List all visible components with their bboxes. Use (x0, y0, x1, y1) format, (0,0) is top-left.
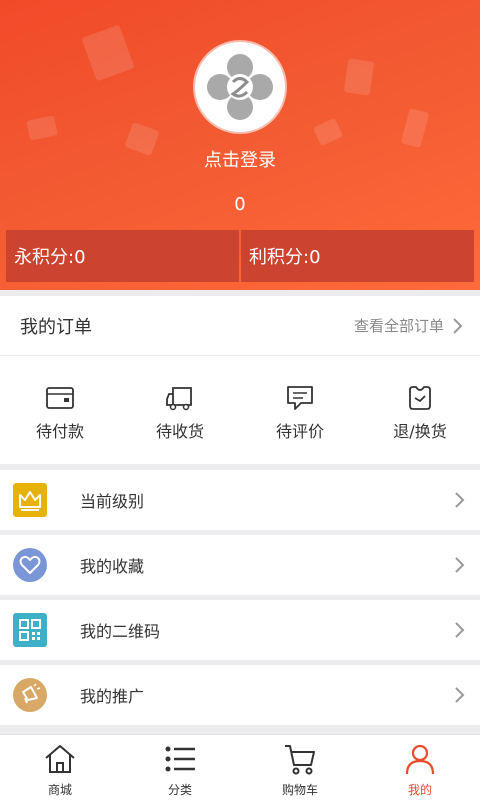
header-decoration (81, 24, 135, 82)
truck-icon (166, 387, 192, 411)
chevron-right-icon (455, 492, 465, 508)
view-all-orders-link[interactable]: 查看全部订单 (354, 315, 444, 336)
profile-header: 点击登录 0 永积分:0 利积分:0 (0, 0, 480, 290)
wallet-icon (46, 387, 74, 409)
order-pending-review[interactable]: 待评价 (240, 356, 360, 464)
count-value: 0 (234, 194, 246, 215)
menu-label: 我的收藏 (80, 557, 145, 576)
points-permanent[interactable]: 永积分:0 (6, 230, 239, 282)
order-pending-payment[interactable]: 待付款 (0, 356, 120, 464)
login-link[interactable]: 点击登录 (0, 146, 480, 172)
order-label: 待评价 (275, 422, 324, 441)
menu-label: 我的二维码 (80, 622, 161, 641)
home-icon (45, 745, 75, 773)
menu-item-promotion[interactable]: 我的推广 (0, 665, 480, 725)
nav-label: 购物车 (281, 783, 318, 797)
logo-icon (207, 54, 273, 120)
orders-header[interactable]: 我的订单 查看全部订单 (0, 296, 480, 356)
nav-item-cart[interactable]: 购物车 (240, 735, 360, 800)
order-status-grid: 待付款 待收货 待评价 退/换货 (0, 356, 480, 464)
nav-item-category[interactable]: 分类 (120, 735, 240, 800)
bottom-nav: 商城 分类 购物车 我的 (0, 734, 480, 800)
order-label: 待付款 (35, 422, 84, 441)
heart-icon (13, 548, 47, 582)
header-decoration (312, 117, 344, 147)
nav-label: 我的 (407, 783, 432, 797)
qrcode-icon (13, 613, 47, 647)
orders-title: 我的订单 (20, 316, 92, 338)
chevron-right-icon (455, 622, 465, 638)
user-icon (405, 744, 435, 775)
list-icon (165, 746, 195, 772)
return-icon (409, 386, 431, 410)
header-decoration (26, 115, 58, 141)
nav-label: 商城 (47, 783, 72, 797)
chevron-right-icon (455, 557, 465, 573)
menu-item-level[interactable]: 当前级别 (0, 470, 480, 530)
orders-section: 我的订单 查看全部订单 待付款 待收货 待评价 退/换货 (0, 296, 480, 464)
menu-item-favorites[interactable]: 我的收藏 (0, 535, 480, 595)
avatar[interactable] (195, 42, 285, 132)
chevron-right-icon (455, 687, 465, 703)
nav-label: 分类 (167, 783, 192, 797)
menu-label: 当前级别 (80, 492, 145, 511)
comment-icon (287, 386, 313, 410)
nav-item-mine[interactable]: 我的 (360, 735, 480, 800)
header-decoration (343, 58, 375, 96)
order-label: 退/换货 (393, 422, 447, 441)
menu-label: 我的推广 (80, 687, 145, 706)
nav-item-home[interactable]: 商城 (0, 735, 120, 800)
order-return-exchange[interactable]: 退/换货 (360, 356, 480, 464)
crown-icon (13, 483, 47, 517)
menu-item-qrcode[interactable]: 我的二维码 (0, 600, 480, 660)
points-row: 永积分:0 利积分:0 (6, 230, 474, 282)
cart-icon (285, 745, 315, 775)
order-pending-receipt[interactable]: 待收货 (120, 356, 240, 464)
header-decoration (400, 108, 430, 148)
points-profit[interactable]: 利积分:0 (241, 230, 474, 282)
megaphone-icon (13, 678, 47, 712)
chevron-right-icon (453, 317, 463, 334)
order-label: 待收货 (155, 422, 204, 441)
